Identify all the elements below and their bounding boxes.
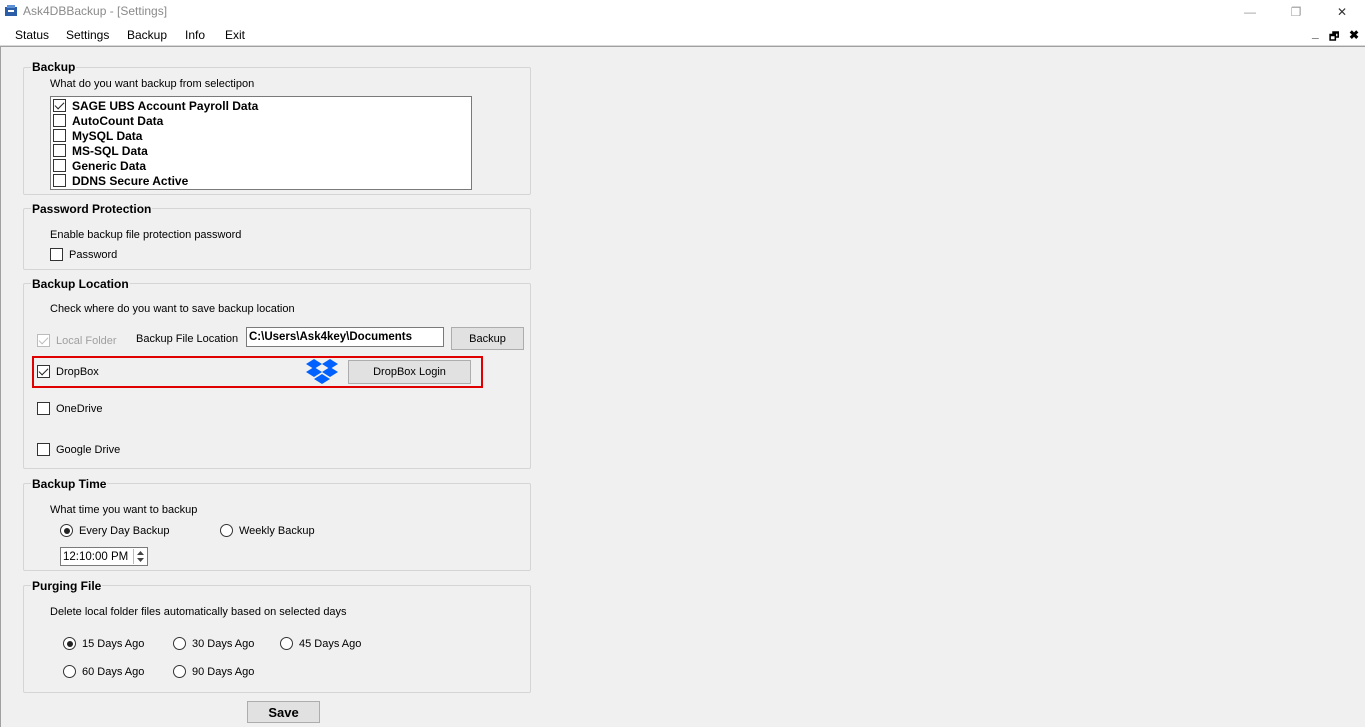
purging-prompt: Delete local folder files automatically … (50, 606, 347, 618)
every-day-label: Every Day Backup (79, 525, 170, 537)
save-button[interactable]: Save (247, 701, 320, 723)
google-drive-checkbox[interactable] (37, 443, 50, 456)
time-value: 12:10:00 PM (63, 550, 129, 563)
mdi-minimize-button[interactable]: _ (1312, 26, 1319, 40)
menu-settings[interactable]: Settings (66, 28, 109, 42)
file-location-input[interactable]: C:\Users\Ask4key\Documents (246, 327, 444, 347)
list-item[interactable]: AutoCount Data (53, 113, 163, 128)
backup-source-list[interactable]: SAGE UBS Account Payroll Data AutoCount … (50, 96, 472, 190)
dropbox-login-button[interactable]: DropBox Login (348, 360, 471, 384)
menu-info[interactable]: Info (185, 28, 205, 42)
purge-60-label: 60 Days Ago (82, 666, 145, 678)
purge-45-radio[interactable] (280, 637, 293, 650)
every-day-radio[interactable] (60, 524, 73, 537)
onedrive-label: OneDrive (56, 403, 103, 415)
list-item[interactable]: SAGE UBS Account Payroll Data (53, 98, 258, 113)
list-item[interactable]: MS-SQL Data (53, 143, 148, 158)
menu-backup[interactable]: Backup (127, 28, 167, 42)
onedrive-checkbox[interactable] (37, 402, 50, 415)
purge-30-label: 30 Days Ago (192, 638, 255, 650)
weekly-radio[interactable] (220, 524, 233, 537)
time-spinner[interactable] (133, 549, 146, 564)
password-group-title: Password Protection (31, 202, 153, 216)
list-item[interactable]: DDNS Secure Active (53, 173, 188, 188)
list-item[interactable]: Generic Data (53, 158, 146, 173)
menu-exit[interactable]: Exit (225, 28, 245, 42)
password-checkbox-label: Password (69, 249, 118, 261)
menu-bar: Status Settings Backup Info Exit _ 🗗 ✖ (0, 24, 1365, 46)
minimize-button[interactable]: — (1227, 0, 1273, 24)
checkbox[interactable] (53, 129, 66, 142)
list-item[interactable]: MySQL Data (53, 128, 142, 143)
dropbox-icon (306, 359, 338, 384)
purge-45-label: 45 Days Ago (299, 638, 362, 650)
backup-group-title: Backup (31, 60, 77, 74)
mdi-restore-button[interactable]: 🗗 (1329, 28, 1339, 47)
backup-time-group-title: Backup Time (31, 477, 108, 491)
restore-button[interactable]: ❐ (1273, 0, 1319, 24)
dropbox-checkbox[interactable] (37, 365, 50, 378)
password-checkbox[interactable] (50, 248, 63, 261)
time-picker[interactable]: 12:10:00 PM (60, 547, 148, 566)
password-prompt: Enable backup file protection password (50, 229, 242, 241)
close-button[interactable]: ✕ (1319, 0, 1365, 24)
purge-60-radio[interactable] (63, 665, 76, 678)
checkbox[interactable] (53, 159, 66, 172)
dropbox-label: DropBox (56, 366, 99, 378)
local-folder-checkbox (37, 334, 50, 347)
backup-location-prompt: Check where do you want to save backup l… (50, 303, 295, 315)
window-title: Ask4DBBackup - [Settings] (23, 4, 168, 18)
backup-location-group-title: Backup Location (31, 277, 130, 291)
checkbox[interactable] (53, 114, 66, 127)
checkbox[interactable] (53, 144, 66, 157)
backup-location-button[interactable]: Backup (451, 327, 524, 350)
purging-group-title: Purging File (31, 579, 103, 593)
menu-status[interactable]: Status (15, 28, 49, 42)
purge-15-label: 15 Days Ago (82, 638, 145, 650)
backup-time-prompt: What time you want to backup (50, 504, 198, 516)
purge-30-radio[interactable] (173, 637, 186, 650)
checkbox[interactable] (53, 174, 66, 187)
backup-prompt: What do you want backup from selectipon (50, 78, 255, 90)
weekly-label: Weekly Backup (239, 525, 315, 537)
purge-90-radio[interactable] (173, 665, 186, 678)
spinner-arrows-icon (137, 551, 144, 562)
purge-90-label: 90 Days Ago (192, 666, 255, 678)
checkbox[interactable] (53, 99, 66, 112)
local-folder-label: Local Folder (56, 335, 117, 347)
google-drive-label: Google Drive (56, 444, 121, 456)
title-bar: Ask4DBBackup - [Settings] — ❐ ✕ (0, 0, 1365, 24)
app-icon (5, 5, 17, 16)
file-location-label: Backup File Location (136, 333, 239, 345)
mdi-close-button[interactable]: ✖ (1349, 28, 1359, 42)
purge-15-radio[interactable] (63, 637, 76, 650)
